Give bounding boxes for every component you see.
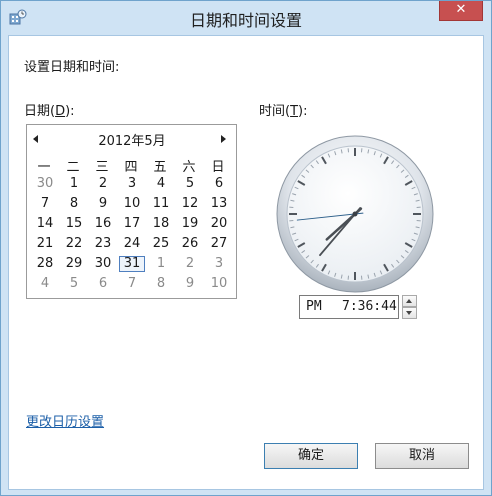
calendar-month-title[interactable]: 2012年5月 — [67, 130, 197, 149]
previous-month-arrow-icon[interactable] — [33, 135, 38, 143]
calendar-day[interactable]: 1 — [61, 176, 87, 192]
time-increment-button[interactable] — [402, 295, 417, 307]
calendar-day[interactable]: 29 — [61, 256, 87, 272]
calendar-day[interactable]: 23 — [90, 236, 116, 252]
calendar-day[interactable]: 24 — [119, 236, 145, 252]
calendar-day[interactable]: 7 — [32, 196, 58, 212]
time-spinner[interactable] — [402, 295, 417, 319]
weekday-label: 五 — [153, 160, 167, 175]
calendar-day[interactable]: 4 — [32, 276, 58, 292]
time-value-field[interactable]: 7:36:44 — [342, 299, 397, 314]
calendar-day[interactable]: 14 — [32, 216, 58, 232]
calendar-day[interactable]: 17 — [119, 216, 145, 232]
calendar-day[interactable]: 25 — [148, 236, 174, 252]
calendar-day[interactable]: 26 — [177, 236, 203, 252]
dialog-heading: 设置日期和时间: — [24, 60, 120, 75]
calendar-day[interactable]: 19 — [177, 216, 203, 232]
calendar-day-selected[interactable]: 31 — [119, 256, 145, 272]
weekday-label: 二 — [66, 160, 80, 175]
clock-center-cap — [352, 211, 358, 217]
calendar-day[interactable]: 30 — [32, 176, 58, 192]
calendar-day[interactable]: 10 — [119, 196, 145, 212]
calendar-day[interactable]: 22 — [61, 236, 87, 252]
calendar-day[interactable]: 8 — [61, 196, 87, 212]
chevron-up-icon — [406, 299, 412, 303]
ok-button[interactable]: 确定 — [264, 443, 358, 469]
calendar-day[interactable]: 12 — [177, 196, 203, 212]
time-label: 时间(T): — [259, 100, 307, 119]
weekday-label: 一 — [37, 160, 51, 175]
calendar-day[interactable]: 28 — [32, 256, 58, 272]
calendar-day[interactable]: 9 — [90, 196, 116, 212]
calendar-day[interactable]: 20 — [206, 216, 232, 232]
date-time-settings-window: 日期和时间设置 ✕ 设置日期和时间: 日期(D): 时间(T): 2012年5月… — [0, 0, 492, 496]
calendar-day[interactable]: 3 — [119, 176, 145, 192]
dialog-body: 设置日期和时间: 日期(D): 时间(T): 2012年5月 一二三四五六日 3… — [8, 35, 484, 490]
weekday-label: 四 — [124, 160, 138, 175]
calendar-day[interactable]: 16 — [90, 216, 116, 232]
time-decrement-button[interactable] — [402, 307, 417, 319]
calendar-day[interactable]: 3 — [206, 256, 232, 272]
calendar-day[interactable]: 6 — [90, 276, 116, 292]
date-label-text: 日期( — [24, 104, 56, 119]
calendar-day[interactable]: 30 — [90, 256, 116, 272]
calendar-day[interactable]: 2 — [90, 176, 116, 192]
weekday-label: 六 — [182, 160, 196, 175]
calendar[interactable]: 2012年5月 一二三四五六日 30 1 2 3 4 5 6 7 8 9 10 11 12 13 14 15 1… — [26, 124, 237, 299]
calendar-day[interactable]: 2 — [177, 256, 203, 272]
cancel-button[interactable]: 取消 — [375, 443, 469, 469]
time-label-accesskey: T — [290, 104, 299, 119]
date-label-suffix: ): — [65, 104, 75, 119]
weekday-header: 一二三四五六日 — [31, 156, 235, 175]
time-label-suffix: ): — [298, 104, 308, 119]
next-month-arrow-icon[interactable] — [221, 135, 226, 143]
calendar-day[interactable]: 11 — [148, 196, 174, 212]
calendar-day[interactable]: 18 — [148, 216, 174, 232]
date-label: 日期(D): — [24, 100, 75, 119]
calendar-day[interactable]: 9 — [177, 276, 203, 292]
analog-clock — [276, 135, 434, 293]
calendar-day[interactable]: 4 — [148, 176, 174, 192]
chevron-down-icon — [406, 311, 412, 315]
weekday-label: 三 — [95, 160, 109, 175]
change-calendar-settings-link[interactable]: 更改日历设置 — [26, 411, 104, 430]
time-label-text: 时间( — [259, 104, 291, 119]
weekday-label: 日 — [211, 160, 225, 175]
calendar-day[interactable]: 27 — [206, 236, 232, 252]
ampm-field[interactable]: PM — [306, 299, 322, 314]
calendar-day[interactable]: 1 — [148, 256, 174, 272]
calendar-day[interactable]: 21 — [32, 236, 58, 252]
calendar-day[interactable]: 8 — [148, 276, 174, 292]
calendar-day[interactable]: 6 — [206, 176, 232, 192]
calendar-day[interactable]: 10 — [206, 276, 232, 292]
time-input[interactable]: PM 7:36:44 — [299, 295, 399, 319]
title-bar[interactable]: 日期和时间设置 ✕ — [1, 1, 491, 35]
close-icon: ✕ — [455, 2, 467, 17]
calendar-day[interactable]: 13 — [206, 196, 232, 212]
date-label-accesskey: D — [55, 104, 66, 119]
close-button[interactable]: ✕ — [439, 1, 483, 21]
calendar-day[interactable]: 7 — [119, 276, 145, 292]
calendar-day[interactable]: 5 — [177, 176, 203, 192]
calendar-day[interactable]: 5 — [61, 276, 87, 292]
calendar-day[interactable]: 15 — [61, 216, 87, 232]
window-title: 日期和时间设置 — [189, 11, 302, 30]
